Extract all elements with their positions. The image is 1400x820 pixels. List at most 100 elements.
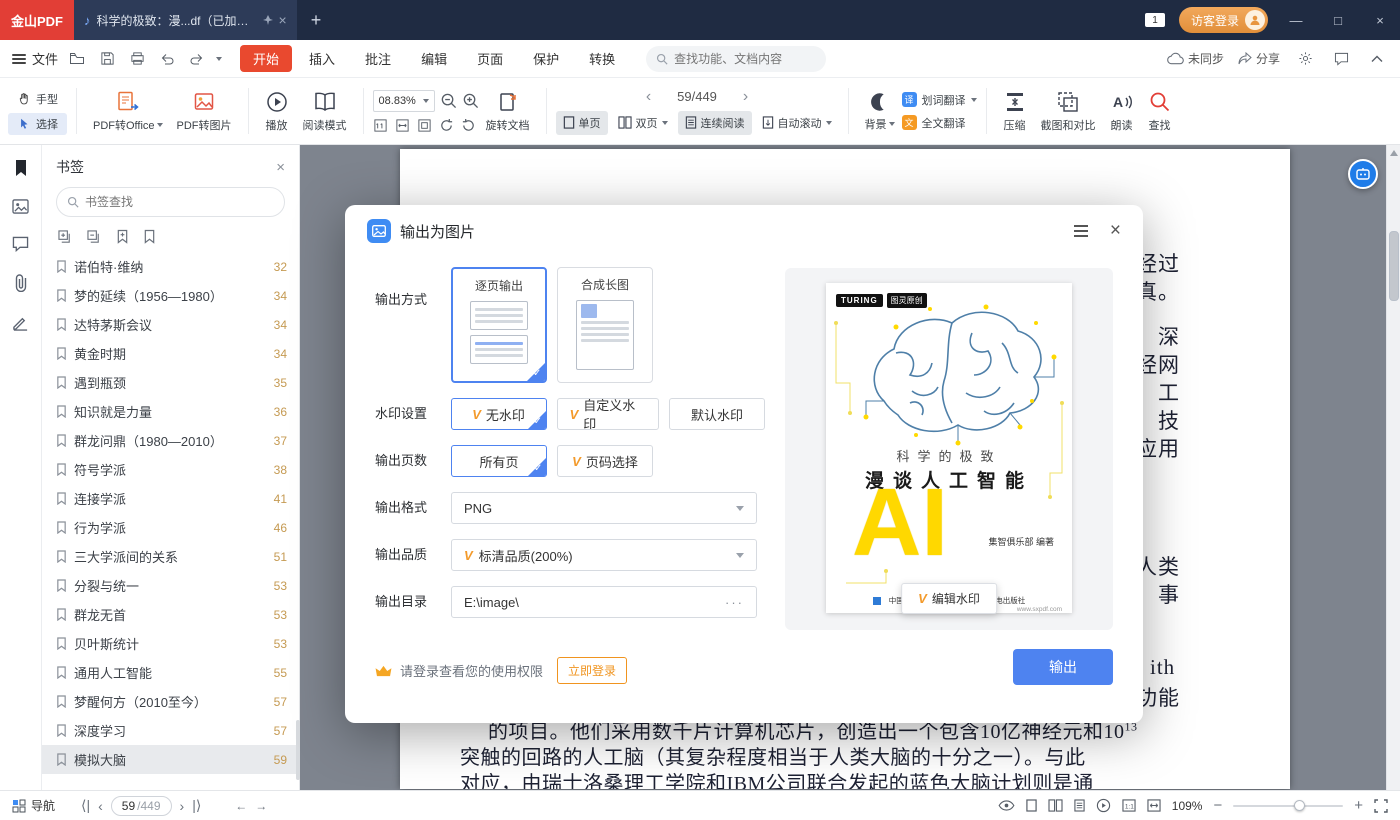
login-now-button[interactable]: 立即登录: [557, 657, 627, 684]
actual-size-icon[interactable]: 1:1: [1122, 799, 1136, 812]
edit-watermark-button[interactable]: V 编辑水印: [901, 583, 997, 614]
browse-folder-icon[interactable]: ···: [725, 595, 744, 610]
bookmarks-panel-icon[interactable]: [13, 159, 29, 177]
minimize-button[interactable]: —: [1282, 13, 1310, 28]
pin-icon[interactable]: [263, 15, 273, 25]
file-menu[interactable]: 文件: [12, 49, 58, 68]
fit-width-icon[interactable]: [1147, 799, 1161, 812]
next-page-icon[interactable]: ›: [180, 798, 185, 814]
zoom-select[interactable]: 08.83%: [373, 90, 435, 112]
collapse-ribbon-icon[interactable]: [1366, 48, 1388, 70]
continuous-read-toggle[interactable]: 连续阅读: [678, 111, 752, 135]
bookmark-item[interactable]: 达特茅斯会议 34: [42, 310, 299, 339]
find-button[interactable]: 查找: [1141, 88, 1179, 135]
ribbon-tab[interactable]: 转换: [576, 45, 628, 72]
gear-icon[interactable]: [1294, 48, 1316, 70]
navigation-toggle[interactable]: 导航: [12, 797, 55, 814]
page-number-box[interactable]: 59 /449: [111, 796, 172, 816]
prev-page-icon[interactable]: ‹: [98, 798, 103, 814]
eye-protect-icon[interactable]: [998, 800, 1015, 811]
print-icon[interactable]: [126, 48, 148, 70]
zoom-in-icon[interactable]: [462, 92, 479, 109]
format-select[interactable]: PNG: [451, 492, 757, 524]
notification-badge[interactable]: 1: [1145, 13, 1165, 27]
bookmark-item[interactable]: 模拟大脑 59: [42, 745, 299, 774]
pdf-to-image-button[interactable]: PDF转图片: [170, 88, 239, 135]
close-button[interactable]: ×: [1366, 13, 1394, 28]
scroll-up-arrow[interactable]: [1390, 150, 1398, 156]
zoom-slider-thumb[interactable]: [1294, 800, 1305, 811]
rotate-right-icon[interactable]: [461, 118, 476, 133]
dialog-close-icon[interactable]: ×: [1110, 220, 1121, 242]
snapshot-compare-button[interactable]: 截图和对比: [1034, 88, 1103, 135]
scroll-view-icon[interactable]: [1074, 799, 1085, 812]
actual-size-icon[interactable]: [373, 118, 388, 133]
bookmark-item[interactable]: 知识就是力量 36: [42, 397, 299, 426]
pdf-to-office-button[interactable]: PDF转Office: [86, 88, 170, 135]
output-dir-input[interactable]: E:\image\ ···: [451, 586, 757, 618]
history-forward-icon[interactable]: →: [255, 799, 267, 813]
book-view-icon[interactable]: [1048, 799, 1063, 812]
add-bookmark-icon[interactable]: [116, 229, 129, 244]
ribbon-tab[interactable]: 开始: [240, 45, 292, 72]
ribbon-tab[interactable]: 页面: [464, 45, 516, 72]
bookmark-item[interactable]: 遇到瓶颈 35: [42, 368, 299, 397]
document-scrollbar[interactable]: [1386, 145, 1400, 790]
zoom-in-button[interactable]: +: [1354, 797, 1363, 814]
play-button[interactable]: 播放: [258, 88, 296, 135]
bookmark-item[interactable]: 群龙无首 53: [42, 600, 299, 629]
signature-panel-icon[interactable]: [12, 314, 29, 331]
bookmark-item[interactable]: 三大学派间的关系 51: [42, 542, 299, 571]
bookmark-item[interactable]: 诺伯特·维纳 32: [42, 252, 299, 281]
single-view-icon[interactable]: [1026, 799, 1037, 812]
fit-page-icon[interactable]: [417, 118, 432, 133]
zoom-out-icon[interactable]: [440, 92, 457, 109]
redo-icon[interactable]: [186, 48, 208, 70]
maximize-button[interactable]: □: [1324, 13, 1352, 28]
login-button[interactable]: 访客登录: [1179, 7, 1268, 33]
double-page-toggle[interactable]: 双页: [611, 111, 675, 135]
scrollbar-thumb[interactable]: [1389, 231, 1399, 301]
pages-select-button[interactable]: V 页码选择: [557, 445, 653, 477]
quality-select[interactable]: V标清品质(200%): [451, 539, 757, 571]
dialog-menu-icon[interactable]: [1074, 222, 1088, 240]
thumbnails-panel-icon[interactable]: [12, 199, 29, 214]
comments-panel-icon[interactable]: [12, 236, 29, 252]
fullscreen-icon[interactable]: [1374, 799, 1388, 813]
more-actions-caret[interactable]: [216, 57, 222, 61]
slideshow-icon[interactable]: [1096, 798, 1111, 813]
hand-tool[interactable]: 手型: [8, 88, 67, 110]
first-page-icon[interactable]: ⟨|: [81, 797, 90, 814]
bookmark-item[interactable]: 梦醒何方（2010至今） 57: [42, 687, 299, 716]
pages-all-button[interactable]: 所有页: [451, 445, 547, 477]
word-translate-button[interactable]: 译 划词翻译: [902, 92, 977, 108]
bookmark-item[interactable]: 群龙问鼎（1980—2010） 37: [42, 426, 299, 455]
compress-button[interactable]: 压缩: [996, 88, 1034, 135]
global-search[interactable]: [646, 46, 826, 72]
bookmark-item[interactable]: 黄金时期 34: [42, 339, 299, 368]
new-tab-button[interactable]: +: [311, 10, 322, 31]
bookmark-item[interactable]: 符号学派 38: [42, 455, 299, 484]
bookmark-item[interactable]: 分裂与统一 53: [42, 571, 299, 600]
bookmark-item[interactable]: 通用人工智能 55: [42, 658, 299, 687]
background-button[interactable]: 背景: [858, 89, 902, 134]
bookmark-flag-icon[interactable]: [143, 229, 156, 244]
ribbon-tab[interactable]: 插入: [296, 45, 348, 72]
sync-status[interactable]: 未同步: [1167, 50, 1224, 67]
document-tab[interactable]: ♪ 科学的极致：漫...df（已加密） ×: [74, 0, 297, 40]
app-logo[interactable]: 金山PDF: [0, 0, 74, 40]
prev-page-icon[interactable]: ‹: [646, 88, 651, 106]
last-page-icon[interactable]: |⟩: [192, 797, 201, 814]
tab-close-icon[interactable]: ×: [279, 12, 287, 28]
global-search-input[interactable]: [674, 52, 809, 66]
page-number-input[interactable]: 59: [122, 799, 135, 813]
rotate-doc-button[interactable]: 旋转文档: [479, 88, 537, 135]
panel-close-icon[interactable]: ×: [276, 159, 285, 176]
mode-per-page-card[interactable]: 逐页输出: [451, 267, 547, 383]
save-icon[interactable]: [96, 48, 118, 70]
watermark-default-button[interactable]: 默认水印: [669, 398, 765, 430]
zoom-out-button[interactable]: −: [1213, 797, 1222, 814]
next-page-icon[interactable]: ›: [743, 88, 748, 106]
bookmark-item[interactable]: 梦的延续（1956—1980） 34: [42, 281, 299, 310]
ribbon-tab[interactable]: 批注: [352, 45, 404, 72]
